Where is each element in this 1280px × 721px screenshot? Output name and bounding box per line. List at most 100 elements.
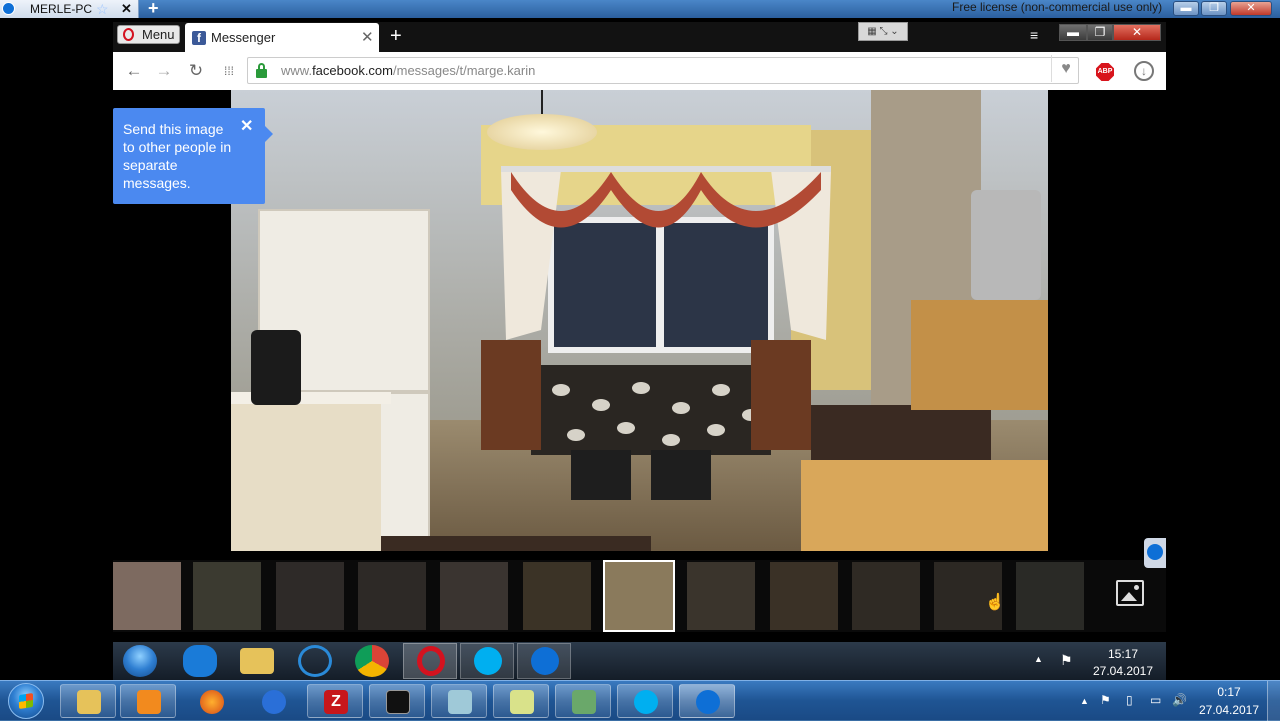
photo-viewer: Send this image to other people in separ… (113, 90, 1166, 642)
kitchen-photo-drawing (231, 90, 1048, 551)
teamviewer-taskbar-button[interactable] (517, 643, 571, 679)
tab-menu-widget[interactable]: ▦ ⤡ ⌄ (858, 22, 908, 41)
thumbnail[interactable] (276, 562, 344, 630)
folder-icon (77, 690, 101, 714)
opera-menu-button[interactable]: Menu (117, 25, 180, 44)
back-icon[interactable]: ← (122, 60, 146, 82)
new-tab-button[interactable]: + (390, 24, 402, 48)
chrome-icon[interactable] (355, 645, 389, 677)
firefox-icon (200, 690, 224, 714)
remote-taskbar: ▲ ⚑ 15:17 27.04.2017 (113, 642, 1166, 680)
clock-date[interactable]: 27.04.2017 (1196, 703, 1262, 717)
taskbar-firefox[interactable] (183, 684, 239, 718)
taskbar-remote-app[interactable] (555, 684, 611, 718)
start-button[interactable] (8, 683, 44, 719)
thumbnail[interactable] (1016, 562, 1084, 630)
reload-icon[interactable]: ↻ (184, 60, 208, 82)
tooltip-text: Send this image to other people in separ… (123, 121, 232, 191)
outer-maximize-button[interactable]: ❐ (1201, 1, 1227, 16)
opera-icon (417, 646, 445, 676)
filezilla-icon: Z (324, 690, 348, 714)
teamviewer-icon (531, 647, 559, 675)
browser-maximize-button[interactable]: ❐ (1087, 24, 1113, 41)
tooltip-arrow (265, 126, 273, 142)
internet-explorer-icon[interactable] (183, 645, 217, 677)
thumbnail[interactable] (193, 562, 261, 630)
send-image-tooltip: Send this image to other people in separ… (113, 108, 273, 204)
tray-network-icon[interactable]: ▭ (1150, 693, 1161, 707)
taskbar-skype[interactable] (617, 684, 673, 718)
tab-messenger[interactable]: f Messenger ✕ (185, 23, 379, 52)
skype-taskbar-button[interactable] (460, 643, 514, 679)
local-taskbar: Z ▲ ⚑ ▯ ▭ 🔊 0:17 27.04.2017 (0, 680, 1280, 721)
taskbar-notepad-plus[interactable] (493, 684, 549, 718)
thumbnail[interactable] (113, 562, 181, 630)
tab-list-icon[interactable]: ≡ (1030, 28, 1044, 42)
gallery-icon[interactable] (1116, 580, 1144, 606)
tray-battery-icon[interactable]: ▯ (1126, 693, 1133, 707)
downloads-icon[interactable]: ↓ (1134, 61, 1154, 81)
forward-icon[interactable]: → (152, 60, 176, 82)
tray-expand-icon[interactable]: ▲ (1080, 696, 1089, 706)
remote-tab-close-icon[interactable]: ✕ (121, 0, 132, 18)
ccleaner-icon[interactable] (298, 645, 332, 677)
new-remote-tab-button[interactable]: + (148, 0, 159, 17)
network-app-icon (572, 690, 596, 714)
browser-minimize-button[interactable]: ▬ (1059, 24, 1087, 41)
thumbnail[interactable] (523, 562, 591, 630)
tab-bar: Menu f Messenger ✕ + ▦ ⤡ ⌄ ≡ ▬ ❐ ✕ (113, 22, 1166, 52)
opera-logo-icon (123, 28, 134, 41)
media-player-icon (137, 690, 161, 714)
thumbnail[interactable] (687, 562, 755, 630)
taskbar-filezilla[interactable]: Z (307, 684, 363, 718)
teamviewer-panel-handle[interactable] (1144, 538, 1166, 568)
taskbar-app-2[interactable] (431, 684, 487, 718)
thumbnail[interactable] (440, 562, 508, 630)
command-prompt-icon (386, 690, 410, 714)
outer-minimize-button[interactable]: ▬ (1173, 1, 1199, 16)
tray-expand-icon[interactable]: ▲ (1034, 654, 1043, 664)
url-text: www.facebook.com/messages/t/marge.karin (281, 63, 536, 78)
outer-close-button[interactable]: ✕ (1230, 1, 1272, 16)
favorite-star-icon[interactable]: ☆ (96, 0, 109, 18)
file-explorer-icon[interactable] (240, 648, 274, 674)
tab-close-icon[interactable]: ✕ (361, 23, 374, 52)
taskbar-teamviewer[interactable] (679, 684, 735, 718)
address-bar[interactable]: www.facebook.com/messages/t/marge.karin (247, 57, 1079, 84)
bookmark-heart-icon[interactable]: ♥ (1051, 55, 1080, 82)
remote-session-tab[interactable]: MERLE-PC ✕ (0, 0, 139, 18)
tray-volume-icon[interactable]: 🔊 (1172, 693, 1187, 707)
photo-filmstrip (113, 560, 1166, 632)
windows-logo-icon (19, 693, 33, 709)
clock-time[interactable]: 0:17 (1200, 685, 1258, 699)
taskbar-cmd[interactable] (369, 684, 425, 718)
opera-taskbar-button[interactable] (403, 643, 457, 679)
teamviewer-icon (696, 690, 720, 714)
thumbnail[interactable] (770, 562, 838, 630)
remote-start-button[interactable] (123, 645, 157, 677)
kitchen-photo[interactable] (231, 90, 1048, 551)
taskbar-explorer[interactable] (60, 684, 116, 718)
speed-dial-icon[interactable]: ⁞⁞⁞ (217, 60, 241, 82)
skype-icon (634, 690, 658, 714)
facebook-icon: f (192, 31, 206, 45)
remote-clock-time[interactable]: 15:17 (1098, 647, 1148, 661)
show-desktop-button[interactable] (1267, 681, 1280, 721)
opera-browser-window: Menu f Messenger ✕ + ▦ ⤡ ⌄ ≡ ▬ ❐ ✕ ← → ↻… (113, 22, 1166, 642)
address-toolbar: ← → ↻ ⁞⁞⁞ www.facebook.com/messages/t/ma… (113, 52, 1166, 90)
skype-icon (474, 647, 502, 675)
thumbnail[interactable] (852, 562, 920, 630)
tooltip-close-icon[interactable]: ✕ (240, 118, 253, 136)
remote-session-label: MERLE-PC (30, 2, 93, 16)
remote-clock-date[interactable]: 27.04.2017 (1088, 664, 1158, 678)
action-center-flag-icon[interactable]: ⚑ (1060, 652, 1073, 669)
teamviewer-icon (1147, 544, 1163, 560)
app-icon (262, 690, 286, 714)
browser-close-button[interactable]: ✕ (1113, 24, 1161, 41)
thumbnail-active[interactable] (603, 560, 675, 632)
tray-flag-icon[interactable]: ⚑ (1100, 693, 1111, 707)
taskbar-app[interactable] (245, 684, 301, 718)
thumbnail[interactable] (358, 562, 426, 630)
adblock-plus-icon[interactable]: ABP (1096, 63, 1114, 81)
taskbar-media-player[interactable] (120, 684, 176, 718)
